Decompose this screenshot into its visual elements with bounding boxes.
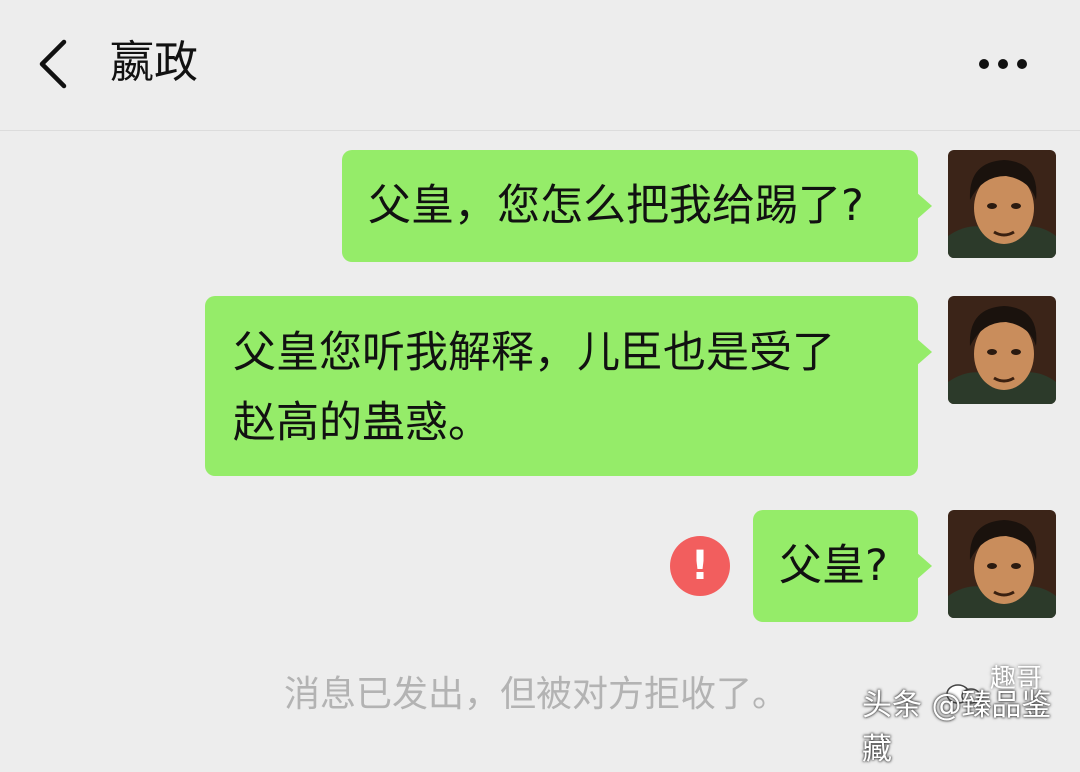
- system-notice: 消息已发出，但被对方拒收了。: [284, 674, 789, 715]
- more-button[interactable]: [968, 44, 1038, 84]
- avatar-portrait-icon: [948, 150, 1056, 258]
- message-bubble[interactable]: 父皇?: [753, 510, 918, 622]
- message-bubble[interactable]: 父皇您听我解释，儿臣也是受了 赵高的蛊惑。: [205, 296, 918, 476]
- message-text-line: 赵高的蛊惑。: [233, 398, 491, 448]
- avatar[interactable]: [948, 150, 1056, 258]
- avatar[interactable]: [948, 510, 1056, 618]
- error-exclamation-icon: !: [690, 543, 710, 589]
- back-button[interactable]: [28, 34, 84, 94]
- back-arrow-icon: [39, 39, 67, 89]
- message-text: 父皇?: [779, 541, 888, 591]
- bubble-tail: [916, 192, 932, 220]
- avatar[interactable]: [948, 296, 1056, 404]
- chat-header: 嬴政: [0, 0, 1080, 131]
- send-failed-icon[interactable]: !: [670, 536, 730, 596]
- bubble-tail: [916, 338, 932, 366]
- avatar-portrait-icon: [948, 296, 1056, 404]
- message-text: 父皇，您怎么把我给踢了?: [368, 181, 864, 231]
- avatar-portrait-icon: [948, 510, 1056, 618]
- message-bubble[interactable]: 父皇，您怎么把我给踢了?: [342, 150, 918, 262]
- more-dots-icon: [979, 59, 1027, 69]
- bubble-tail: [916, 552, 932, 580]
- watermark: 头条 @臻品鉴藏: [862, 688, 1052, 767]
- message-text-line: 父皇您听我解释，儿臣也是受了: [233, 328, 835, 378]
- chat-title: 嬴政: [110, 37, 198, 88]
